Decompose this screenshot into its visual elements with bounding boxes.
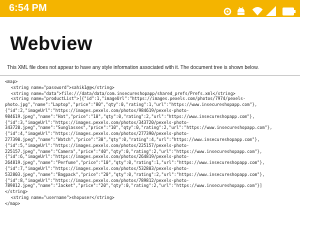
xml-style-notice: This XML file does not appear to have an… bbox=[7, 65, 259, 71]
xml-line: 532803.jpeg","name":"Bagpack","price":"2… bbox=[5, 171, 265, 177]
page-title: Webview bbox=[10, 34, 93, 55]
xml-line: 984619.jpeg","name":"Hat","price":"10","… bbox=[5, 113, 255, 119]
battery-icon bbox=[282, 3, 296, 16]
xml-line: 789812.jpeg","name":"Jacket","price":"20… bbox=[5, 183, 263, 189]
signal-icon bbox=[266, 3, 276, 16]
wifi-icon bbox=[252, 3, 263, 16]
settings-icon bbox=[223, 3, 232, 16]
xml-line: 277390.jpeg","name":"Watch","price":"30"… bbox=[5, 136, 260, 142]
divider bbox=[0, 75, 300, 76]
xml-document-tree: <map> <string name="password">sahik1@@</s… bbox=[5, 79, 297, 207]
status-time: 6:54 PM bbox=[9, 3, 47, 14]
status-bar: 6:54 PM bbox=[0, 0, 300, 17]
xml-line: </map> bbox=[5, 200, 21, 206]
android-icon bbox=[236, 3, 246, 15]
